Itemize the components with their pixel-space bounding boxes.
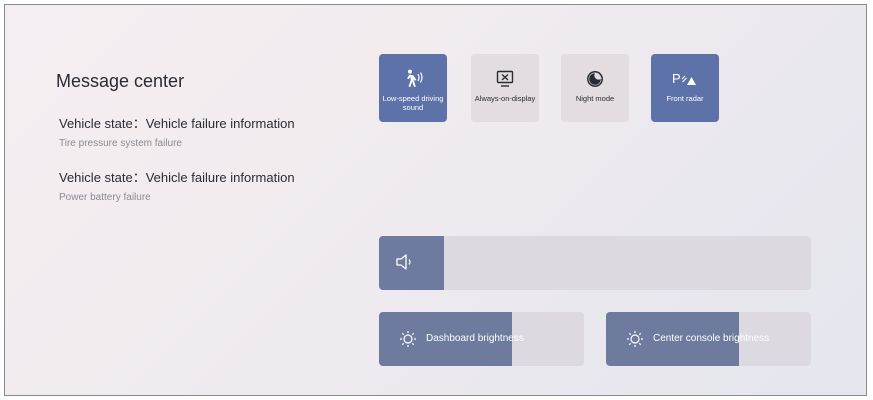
vehicle-control-screen: Message center Vehicle state：Vehicle fai… <box>4 4 867 396</box>
front-radar-toggle[interactable]: P Front radar <box>651 54 719 122</box>
pedestrian-sound-icon <box>402 69 424 89</box>
message-detail: Power battery failure <box>59 192 151 203</box>
speaker-icon <box>395 253 417 276</box>
tile-label: Low-speed driving sound <box>382 94 444 112</box>
dashboard-brightness-label: Dashboard brightness <box>426 333 524 344</box>
message-item[interactable]: Vehicle state：Vehicle failure informatio… <box>59 167 295 203</box>
message-item[interactable]: Vehicle state：Vehicle failure informatio… <box>59 113 295 149</box>
tile-label: Front radar <box>666 94 704 103</box>
display-off-icon <box>496 69 514 89</box>
message-state: Vehicle state：Vehicle failure informatio… <box>59 116 295 131</box>
message-detail: Tire pressure system failure <box>59 138 182 149</box>
low-speed-driving-sound-toggle[interactable]: Low-speed driving sound <box>379 54 447 122</box>
front-radar-icon: P <box>672 69 698 89</box>
sun-icon <box>399 330 417 353</box>
dashboard-brightness-slider[interactable]: Dashboard brightness <box>379 312 584 366</box>
night-mode-toggle[interactable]: Night mode <box>561 54 629 122</box>
volume-slider[interactable] <box>379 236 811 290</box>
tile-label: Night mode <box>575 94 615 103</box>
center-console-brightness-slider[interactable]: Center console brightness <box>606 312 811 366</box>
message-state: Vehicle state：Vehicle failure informatio… <box>59 170 295 185</box>
night-mode-icon <box>586 69 604 89</box>
sun-icon <box>626 330 644 353</box>
svg-text:P: P <box>672 71 681 86</box>
always-on-display-toggle[interactable]: Always-on-display <box>471 54 539 122</box>
center-console-brightness-label: Center console brightness <box>653 333 770 344</box>
message-center-title: Message center <box>56 71 185 91</box>
tile-label: Always-on-display <box>474 94 536 103</box>
